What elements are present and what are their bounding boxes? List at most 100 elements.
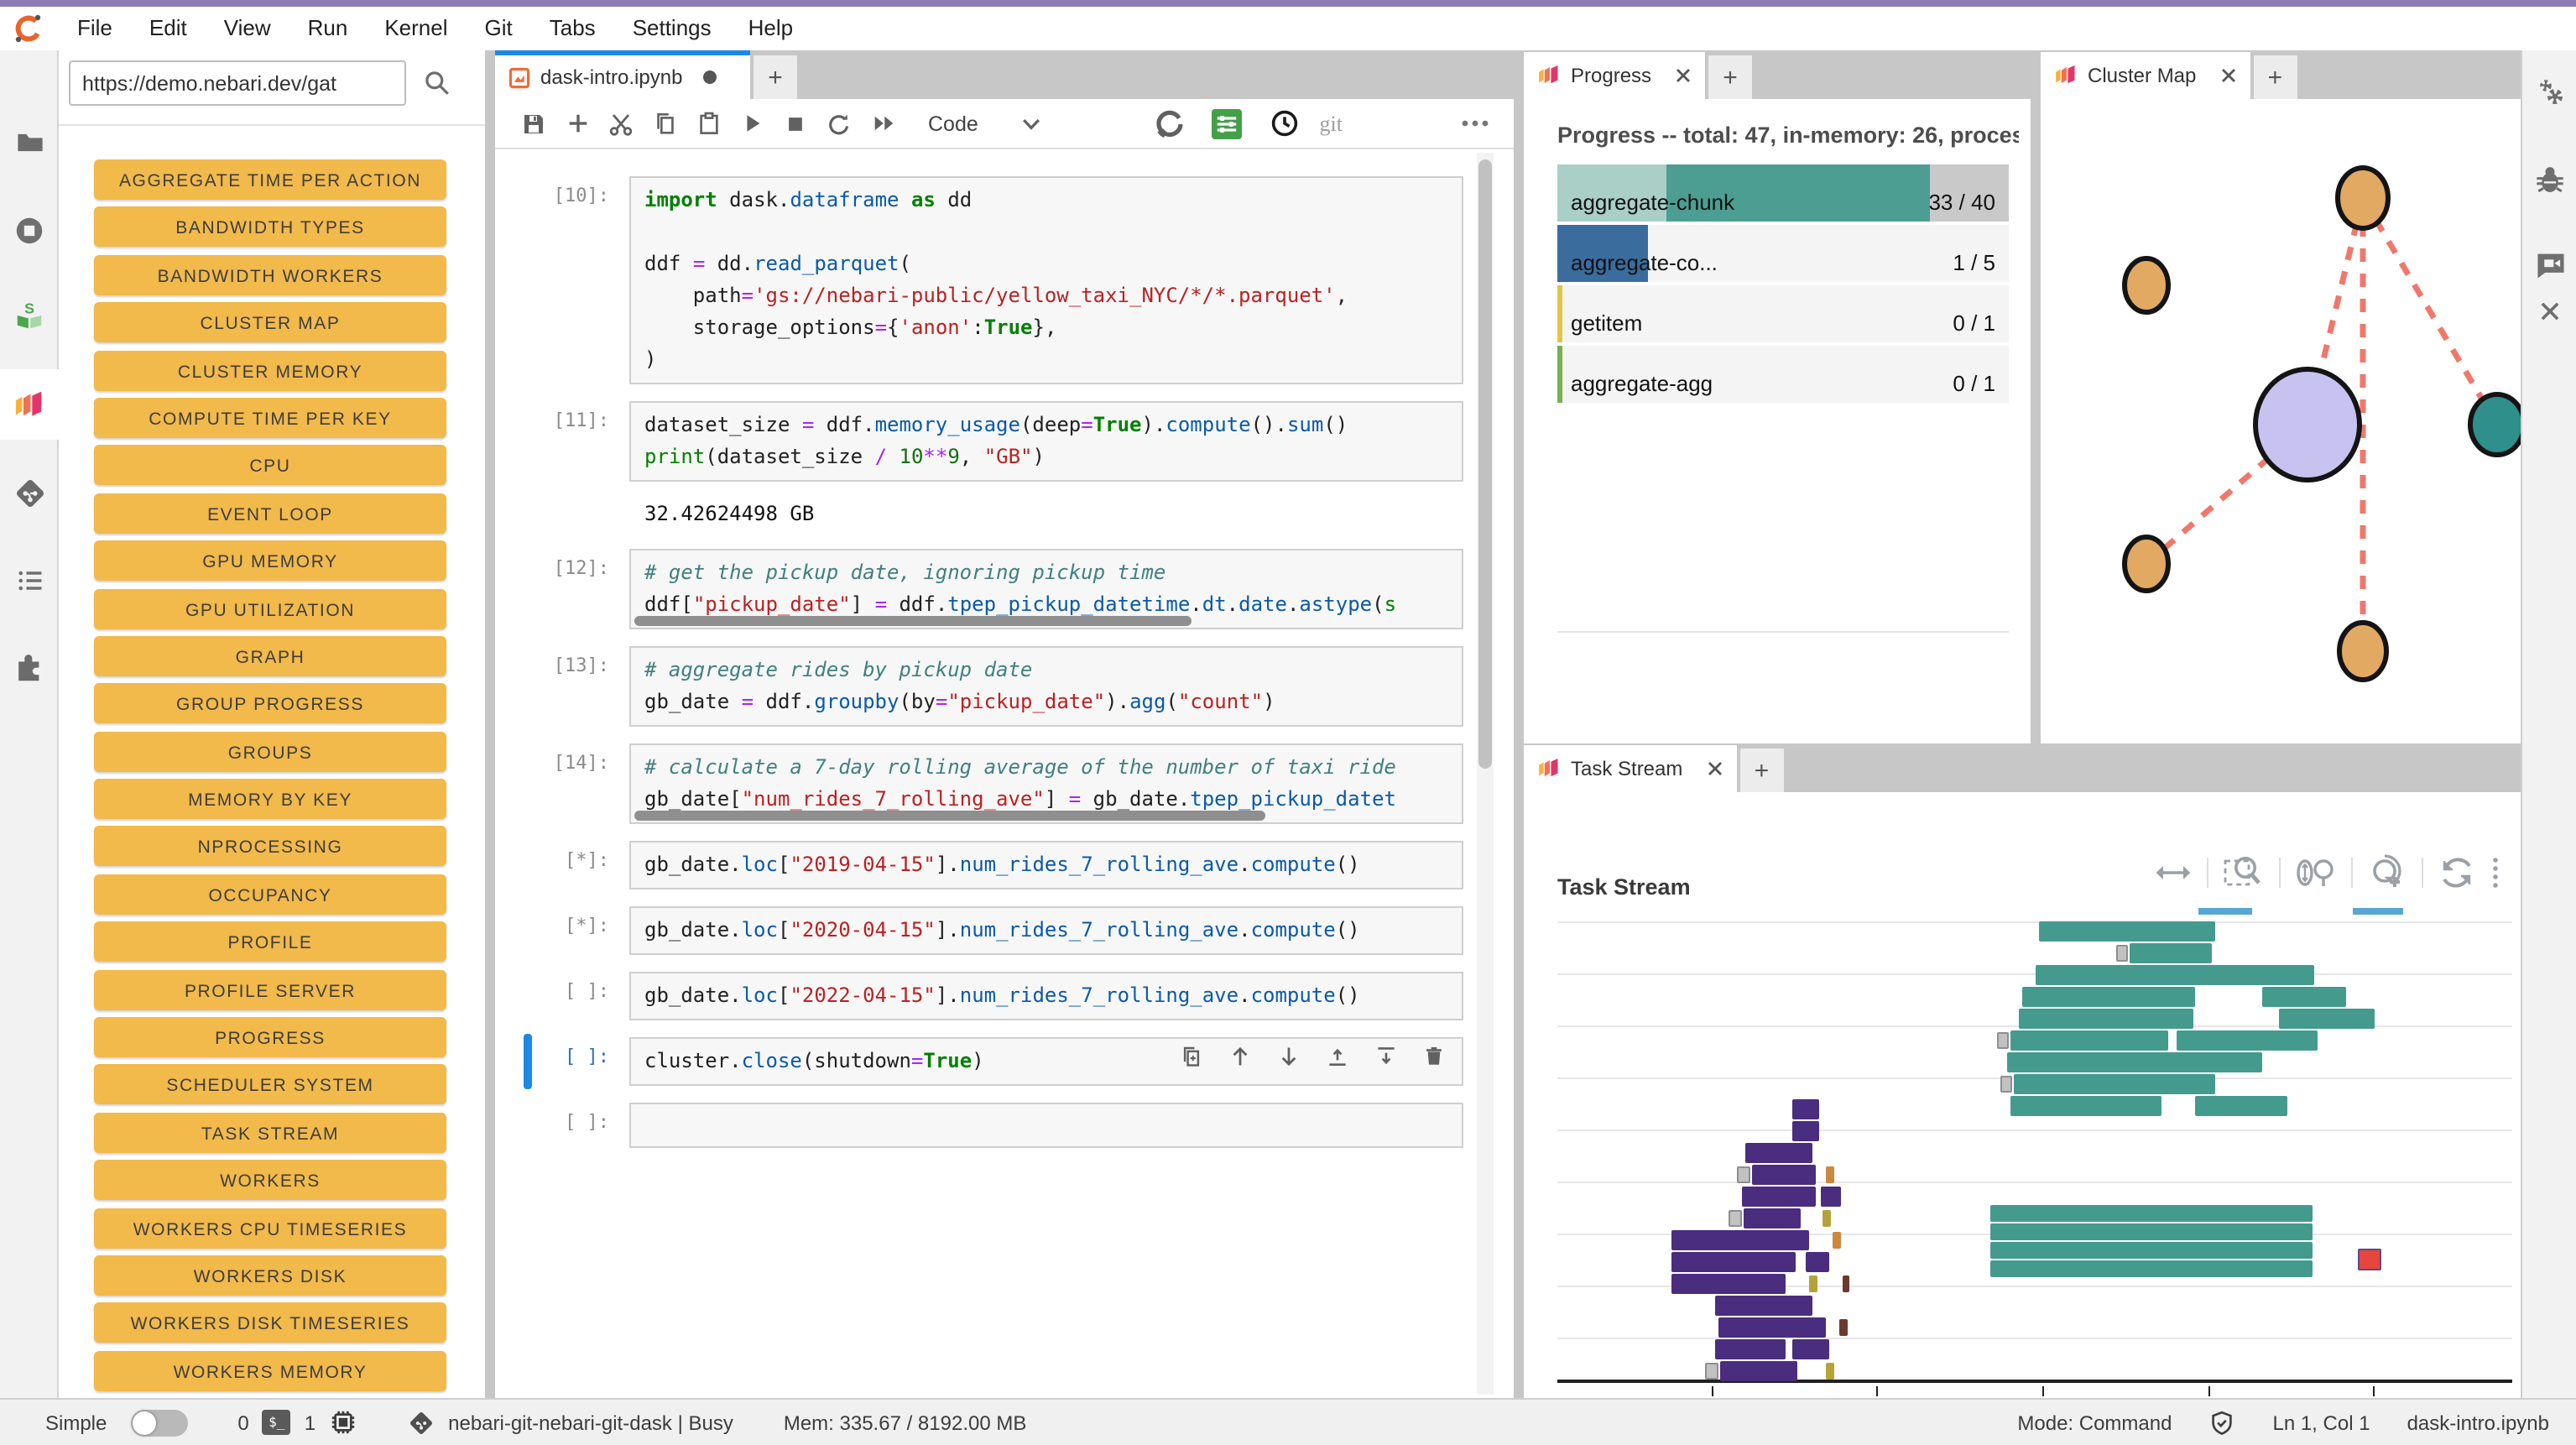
- cell-editor[interactable]: dataset_size = ddf.memory_usage(deep=Tru…: [629, 401, 1463, 482]
- close-icon[interactable]: [1675, 67, 1692, 84]
- cluster-node-worker-bottom[interactable]: [2339, 623, 2386, 680]
- dask-btn-task-stream[interactable]: TASK STREAM: [94, 1113, 446, 1153]
- running-kernels-icon[interactable]: [0, 195, 59, 265]
- move-down-icon[interactable]: [1277, 1044, 1301, 1069]
- cell-editor[interactable]: gb_date.loc["2019-04-15"].num_rides_7_ro…: [629, 841, 1463, 889]
- cell-editor[interactable]: import dask.dataframe as dd ddf = dd.rea…: [629, 176, 1463, 384]
- cell-editor[interactable]: gb_date.loc["2020-04-15"].num_rides_7_ro…: [629, 906, 1463, 955]
- dask-btn-progress[interactable]: PROGRESS: [94, 1017, 446, 1057]
- code-cell[interactable]: [13]:# aggregate rides by pickup date gb…: [535, 646, 1463, 727]
- unsaved-dot-icon[interactable]: [702, 70, 716, 84]
- dask-btn-workers-disk[interactable]: WORKERS DISK: [94, 1255, 446, 1296]
- new-tab-button[interactable]: +: [1708, 55, 1752, 99]
- hover-tool-icon[interactable]: [2296, 856, 2336, 889]
- move-up-icon[interactable]: [1228, 1044, 1252, 1069]
- clock-icon[interactable]: [1263, 105, 1306, 142]
- cell-source[interactable]: import dask.dataframe as dd ddf = dd.rea…: [644, 185, 1448, 376]
- code-cell[interactable]: [14]:# calculate a 7-day rolling average…: [535, 743, 1463, 824]
- dask-btn-compute-time-per-key[interactable]: COMPUTE TIME PER KEY: [94, 398, 446, 438]
- new-tab-button[interactable]: +: [1739, 749, 1783, 792]
- table-of-contents-icon[interactable]: [0, 545, 59, 616]
- dask-btn-group-progress[interactable]: GROUP PROGRESS: [94, 684, 446, 724]
- menu-run[interactable]: Run: [289, 7, 367, 50]
- menu-kernel[interactable]: Kernel: [366, 7, 466, 50]
- kernel-chip-icon[interactable]: [329, 1408, 357, 1437]
- code-cell[interactable]: [*]:gb_date.loc["2020-04-15"].num_rides_…: [535, 906, 1463, 955]
- menu-file[interactable]: File: [59, 7, 131, 50]
- debugger-bug-icon[interactable]: [2522, 151, 2576, 208]
- dask-btn-gpu-memory[interactable]: GPU MEMORY: [94, 540, 446, 581]
- cell-editor[interactable]: gb_date.loc["2022-04-15"].num_rides_7_ro…: [629, 972, 1463, 1020]
- code-cell[interactable]: [12]:# get the pickup date, ignoring pic…: [535, 549, 1463, 629]
- code-cell[interactable]: [ ]:gb_date.loc["2022-04-15"].num_rides_…: [535, 972, 1463, 1020]
- tab-task-stream[interactable]: Task Stream: [1524, 745, 1736, 792]
- snippets-icon[interactable]: S: [0, 280, 59, 351]
- cell-hscrollbar-thumb[interactable]: [634, 811, 1265, 821]
- git-icon[interactable]: [0, 458, 59, 529]
- menu-help[interactable]: Help: [730, 7, 812, 50]
- close-icon[interactable]: [2522, 282, 2576, 339]
- cell-source[interactable]: dataset_size = ddf.memory_usage(deep=Tru…: [644, 410, 1448, 473]
- insert-below-icon[interactable]: [1374, 1044, 1398, 1069]
- paste-icon[interactable]: [686, 105, 730, 142]
- file-browser-icon[interactable]: [0, 107, 59, 178]
- cell-editor[interactable]: # calculate a 7-day rolling average of t…: [629, 743, 1463, 824]
- cell-editor[interactable]: # get the pickup date, ignoring pickup t…: [629, 549, 1463, 629]
- dask-btn-cluster-map[interactable]: CLUSTER MAP: [94, 302, 446, 342]
- dask-btn-cluster-memory[interactable]: CLUSTER MEMORY: [94, 350, 446, 390]
- dask-btn-aggregate-time-per-action[interactable]: AGGREGATE TIME PER ACTION: [94, 159, 446, 200]
- save-icon[interactable]: [512, 105, 555, 142]
- cell-hscrollbar-thumb[interactable]: [634, 616, 1191, 626]
- cluster-node-worker-right[interactable]: [2470, 394, 2521, 455]
- cell-type-dropdown[interactable]: Code: [928, 112, 1040, 135]
- dask-btn-event-loop[interactable]: EVENT LOOP: [94, 493, 446, 533]
- cell-source[interactable]: gb_date.loc["2019-04-15"].num_rides_7_ro…: [644, 849, 1448, 881]
- insert-above-icon[interactable]: [1326, 1044, 1349, 1069]
- dask-btn-bandwidth-types[interactable]: BANDWIDTH TYPES: [94, 207, 446, 248]
- cell-source[interactable]: # aggregate rides by pickup date gb_date…: [644, 655, 1448, 718]
- code-cell[interactable]: [11]:dataset_size = ddf.memory_usage(dee…: [535, 401, 1463, 482]
- close-icon[interactable]: [1706, 760, 1723, 777]
- box-zoom-icon[interactable]: [2224, 854, 2264, 891]
- dask-btn-workers-disk-timeseries[interactable]: WORKERS DISK TIMESERIES: [94, 1303, 446, 1343]
- dask-btn-profile[interactable]: PROFILE: [94, 922, 446, 962]
- bokeh-logo-icon[interactable]: [2490, 856, 2500, 889]
- cell-editor[interactable]: # aggregate rides by pickup date gb_date…: [629, 646, 1463, 727]
- ellipsis-icon[interactable]: [1453, 105, 1497, 142]
- cell-source[interactable]: # get the pickup date, ignoring pickup t…: [644, 557, 1448, 621]
- dask-btn-bandwidth-workers[interactable]: BANDWIDTH WORKERS: [94, 255, 446, 295]
- cell-editor[interactable]: [629, 1103, 1463, 1148]
- cluster-node-worker-left-mid[interactable]: [2125, 537, 2168, 591]
- tab-progress[interactable]: Progress: [1524, 52, 1705, 99]
- code-cell[interactable]: [10]:import dask.dataframe as dd ddf = d…: [535, 176, 1463, 384]
- cell-source[interactable]: gb_date.loc["2020-04-15"].num_rides_7_ro…: [644, 915, 1448, 947]
- dask-btn-groups[interactable]: GROUPS: [94, 731, 446, 771]
- dask-icon[interactable]: [0, 369, 59, 440]
- tab-dask-intro[interactable]: dask-intro.ipynb: [495, 50, 750, 99]
- cut-icon[interactable]: [599, 105, 643, 142]
- active-file-text[interactable]: dask-intro.ipynb: [2407, 1411, 2549, 1434]
- dask-btn-scheduler-system[interactable]: SCHEDULER SYSTEM: [94, 1065, 446, 1105]
- dask-btn-gpu-utilization[interactable]: GPU UTILIZATION: [94, 588, 446, 629]
- dask-btn-profile-server[interactable]: PROFILE SERVER: [94, 969, 446, 1009]
- cell-editor[interactable]: cluster.close(shutdown=True): [629, 1037, 1463, 1086]
- delete-icon[interactable]: [1423, 1044, 1445, 1069]
- restart-icon[interactable]: [817, 105, 861, 142]
- cluster-node-scheduler[interactable]: [2255, 369, 2360, 480]
- new-tab-button[interactable]: +: [754, 55, 797, 99]
- menu-view[interactable]: View: [206, 7, 289, 50]
- search-icon[interactable]: [423, 69, 451, 97]
- cell-source[interactable]: # calculate a 7-day rolling average of t…: [644, 752, 1448, 816]
- cluster-node-worker-top[interactable]: [2338, 168, 2388, 228]
- kernel-swoosh-icon[interactable]: [1149, 105, 1192, 142]
- duplicate-icon[interactable]: [1180, 1044, 1203, 1069]
- dask-btn-occupancy[interactable]: OCCUPANCY: [94, 874, 446, 915]
- menu-edit[interactable]: Edit: [131, 7, 206, 50]
- dask-btn-memory-by-key[interactable]: MEMORY BY KEY: [94, 779, 446, 819]
- dask-btn-workers-cpu-timeseries[interactable]: WORKERS CPU TIMESERIES: [94, 1208, 446, 1248]
- code-cell[interactable]: [ ]:cluster.close(shutdown=True): [535, 1037, 1463, 1086]
- dask-btn-workers-memory[interactable]: WORKERS MEMORY: [94, 1351, 446, 1391]
- dask-btn-graph[interactable]: GRAPH: [94, 636, 446, 676]
- scrollbar-thumb[interactable]: [1478, 159, 1492, 768]
- command-mode-text[interactable]: Mode: Command: [2017, 1411, 2172, 1434]
